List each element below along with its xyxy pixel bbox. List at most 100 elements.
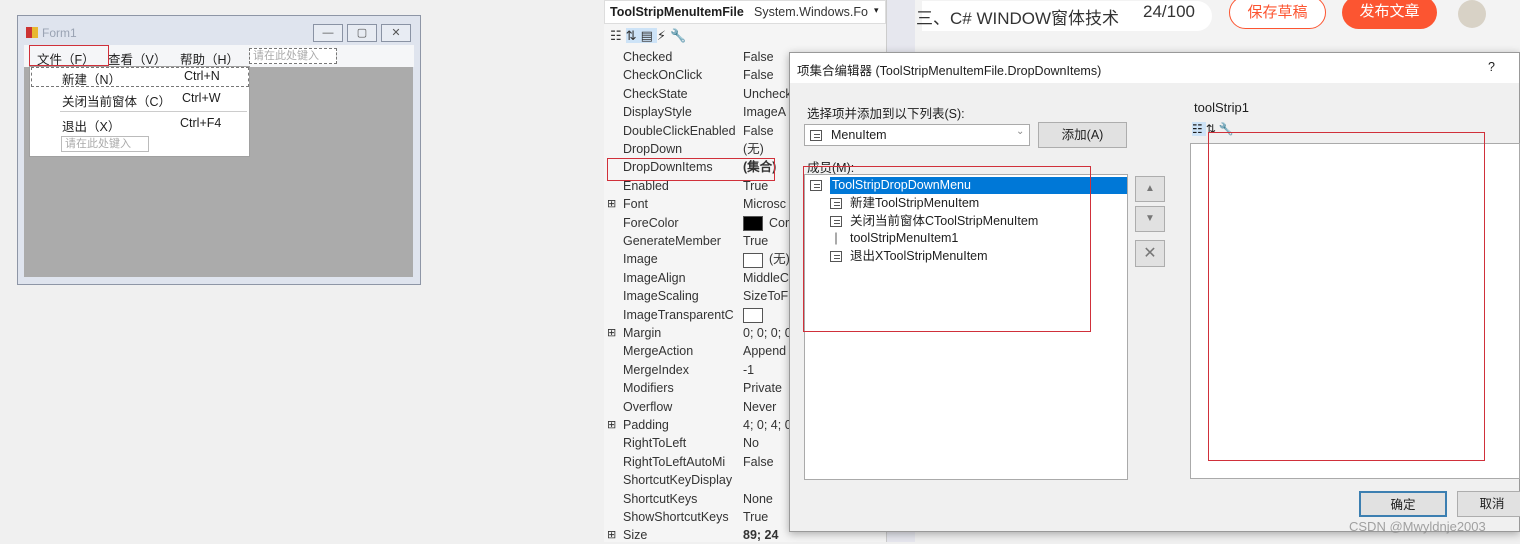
member-item[interactable]: 退出XToolStripMenuItem xyxy=(830,248,988,265)
property-name: Modifiers xyxy=(623,381,674,396)
property-value[interactable]: SizeToF xyxy=(743,287,788,305)
properties-icon[interactable]: ▤ xyxy=(640,28,657,43)
property-name: Margin xyxy=(623,326,662,340)
property-value[interactable]: (无) xyxy=(743,250,790,268)
categorized-icon[interactable]: ☷ xyxy=(1192,122,1206,136)
menuitem-icon xyxy=(830,198,842,209)
member-item[interactable]: 新建ToolStripMenuItem xyxy=(830,195,979,212)
member-item[interactable]: ToolStripDropDownMenu xyxy=(810,177,1127,194)
property-name: ImageScaling xyxy=(623,289,699,304)
property-value[interactable]: 89; 24 xyxy=(743,526,778,544)
select-label: 选择项并添加到以下列表(S): xyxy=(807,107,965,121)
member-label: 新建ToolStripMenuItem xyxy=(850,195,980,210)
property-name: RightToLeft xyxy=(623,436,687,451)
dropdown-item-new[interactable]: 新建（N） xyxy=(62,69,121,88)
property-name: ImageAlign xyxy=(623,270,686,285)
property-value-text: False xyxy=(743,68,774,83)
property-value[interactable]: -1 xyxy=(743,361,754,379)
avatar[interactable] xyxy=(1458,0,1486,28)
expand-icon[interactable]: ⊞ xyxy=(607,324,616,342)
right-properties-toolbar: ☷⇅🔧 xyxy=(1192,122,1237,136)
color-swatch xyxy=(743,252,763,268)
minimize-button[interactable]: — xyxy=(313,24,343,42)
member-item[interactable]: | toolStripMenuItem1 xyxy=(830,230,958,247)
property-value-text: Cor xyxy=(769,215,790,230)
expand-icon[interactable]: ⊞ xyxy=(607,416,616,434)
property-value[interactable]: False xyxy=(743,453,774,471)
alphabetical-icon[interactable]: ⇅ xyxy=(1206,122,1219,136)
property-name: CheckOnClick xyxy=(623,68,703,83)
dropdown-item-exit[interactable]: 退出（X） xyxy=(62,116,120,135)
property-value[interactable]: Cor xyxy=(743,214,789,232)
chevron-down-icon[interactable]: ▾ xyxy=(874,5,879,16)
ok-button[interactable]: 确定 xyxy=(1359,491,1447,517)
property-value[interactable]: 4; 0; 4; 0 xyxy=(743,416,792,434)
property-pages-icon[interactable]: 🔧 xyxy=(670,28,690,43)
property-value[interactable]: False xyxy=(743,66,774,84)
property-pages-icon[interactable]: 🔧 xyxy=(1219,122,1237,136)
property-value-text: Private xyxy=(743,381,782,396)
categorized-icon[interactable]: ☷ xyxy=(610,28,626,43)
member-label: 退出XToolStripMenuItem xyxy=(850,249,988,264)
dropdown-item-close[interactable]: 关闭当前窗体（C） xyxy=(62,91,171,110)
property-value[interactable]: Private xyxy=(743,379,782,397)
property-value[interactable]: Never xyxy=(743,398,776,416)
shortcut-exit: Ctrl+F4 xyxy=(180,116,222,130)
property-value[interactable]: True xyxy=(743,232,768,250)
expand-icon[interactable]: ⊞ xyxy=(607,195,616,213)
property-value[interactable]: Microsc xyxy=(743,195,786,213)
dropdown-menu-icon xyxy=(810,180,822,192)
close-button[interactable]: ✕ xyxy=(381,24,411,42)
save-draft-button[interactable]: 保存草稿 xyxy=(1229,0,1326,29)
remove-button[interactable]: ✕ xyxy=(1135,240,1165,267)
menuitem-icon xyxy=(810,130,822,142)
events-icon[interactable]: ⚡ xyxy=(657,28,670,43)
shortcut-new: Ctrl+N xyxy=(184,69,220,83)
property-value[interactable]: ImageA xyxy=(743,103,786,121)
alphabetical-icon[interactable]: ⇅ xyxy=(625,28,641,43)
property-value-text: (无) xyxy=(743,142,764,156)
property-name: CheckState xyxy=(623,86,688,101)
dropdown-type-here[interactable]: 请在此处键入 xyxy=(61,136,149,152)
article-title: 三、C# WINDOW窗体技术 xyxy=(916,9,1120,28)
property-value-text: False xyxy=(743,50,774,64)
move-down-button[interactable]: ▼ xyxy=(1135,206,1165,232)
property-value-text: False xyxy=(743,454,774,469)
property-value[interactable]: MiddleC xyxy=(743,269,789,287)
move-up-button[interactable]: ▲ xyxy=(1135,176,1165,202)
property-name: ShortcutKeyDisplay xyxy=(623,473,733,488)
item-properties-grid[interactable] xyxy=(1190,143,1520,479)
cancel-button[interactable]: 取消 xyxy=(1457,491,1520,517)
property-name: DoubleClickEnabled xyxy=(623,123,736,138)
help-button[interactable]: ? xyxy=(1488,60,1495,74)
property-value[interactable]: True xyxy=(743,508,768,526)
property-value[interactable]: False xyxy=(743,48,774,66)
property-value[interactable]: None xyxy=(743,490,773,508)
property-value-text: None xyxy=(743,491,773,506)
property-value[interactable]: No xyxy=(743,434,759,452)
property-value-text: 0; 0; 0; 0 xyxy=(743,326,792,340)
menubar-type-here[interactable]: 请在此处键入 xyxy=(249,48,337,64)
property-name: Size xyxy=(623,528,648,543)
publish-button[interactable]: 发布文章 xyxy=(1342,0,1437,29)
menuitem-icon xyxy=(830,251,842,263)
property-name: ForeColor xyxy=(623,215,679,230)
property-value[interactable]: (无) xyxy=(743,140,764,158)
property-value-text: MiddleC xyxy=(743,270,789,285)
property-value[interactable]: (集合) xyxy=(743,158,776,176)
property-value[interactable]: True xyxy=(743,177,768,195)
property-value[interactable] xyxy=(743,306,769,324)
property-value[interactable]: Uncheck xyxy=(743,85,792,103)
add-button[interactable]: 添加(A) xyxy=(1038,122,1127,148)
member-item[interactable]: 关闭当前窗体CToolStripMenuItem xyxy=(830,213,1038,230)
property-value[interactable]: False xyxy=(743,122,774,140)
maximize-button[interactable]: ▢ xyxy=(347,24,377,42)
property-name: RightToLeftAutoMi xyxy=(623,454,726,469)
property-value-text: True xyxy=(743,510,769,524)
property-value-text: No xyxy=(743,436,759,451)
expand-icon[interactable]: ⊞ xyxy=(607,526,616,544)
property-value[interactable]: 0; 0; 0; 0 xyxy=(743,324,792,342)
property-value-text: Microsc xyxy=(743,197,787,212)
property-value[interactable]: Append xyxy=(743,342,786,360)
selected-item-title: toolStrip1 xyxy=(1194,100,1249,115)
